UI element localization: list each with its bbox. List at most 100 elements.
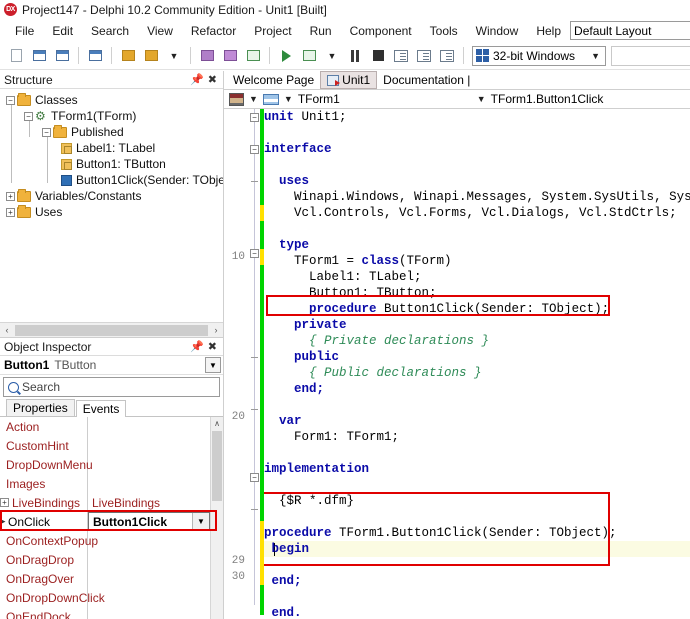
tree-node-label1[interactable]: Label1: TLabel xyxy=(2,140,223,156)
save-button[interactable] xyxy=(196,45,218,67)
tab-events[interactable]: Events xyxy=(75,400,127,417)
scroll-up-icon[interactable]: ∧ xyxy=(211,417,223,430)
event-value-customhint[interactable] xyxy=(88,436,210,455)
code-line[interactable]: end; xyxy=(264,573,690,589)
chevron-down-icon[interactable]: ▼ xyxy=(282,94,295,104)
open-folder-button[interactable] xyxy=(140,45,162,67)
event-row-ondragover[interactable]: OnDragOver xyxy=(0,569,87,588)
class-browser-icon[interactable] xyxy=(229,92,244,106)
code-line[interactable] xyxy=(264,221,690,237)
tree-node-classes[interactable]: − Classes xyxy=(2,92,223,108)
layout-combo[interactable]: Default Layout ▼ xyxy=(570,21,690,40)
code-line[interactable]: Form1: TForm1; xyxy=(264,429,690,445)
pin-icon[interactable]: 📌 xyxy=(188,340,206,353)
code-line[interactable]: end; xyxy=(264,381,690,397)
event-value-dropdownmenu[interactable] xyxy=(88,455,210,474)
expander-icon[interactable]: + xyxy=(6,207,15,217)
code-line[interactable]: var xyxy=(264,413,690,429)
open-file-button[interactable] xyxy=(51,45,73,67)
menu-project[interactable]: Project xyxy=(245,21,300,41)
tree-node-tform1[interactable]: − ⚙ TForm1(TForm) xyxy=(2,108,223,124)
tree-node-variables-constants[interactable]: + Variables/Constants xyxy=(2,188,223,204)
events-list[interactable]: Action CustomHint DropDownMenu Images + … xyxy=(0,417,223,619)
code-folding-gutter[interactable]: − − − − − xyxy=(248,109,260,619)
code-line[interactable] xyxy=(264,445,690,461)
stop-button[interactable] xyxy=(367,45,389,67)
code-line[interactable]: procedure Button1Click(Sender: TObject); xyxy=(264,301,690,317)
event-value-onenddock[interactable] xyxy=(88,607,210,619)
menu-file[interactable]: File xyxy=(6,21,43,41)
tab-properties[interactable]: Properties xyxy=(6,399,75,416)
code-line[interactable]: Winapi.Windows, Winapi.Messages, System.… xyxy=(264,189,690,205)
fold-toggle-implementation[interactable]: − xyxy=(250,473,259,482)
menu-view[interactable]: View xyxy=(138,21,182,41)
fold-toggle-unit[interactable]: − xyxy=(250,113,259,122)
event-value-images[interactable] xyxy=(88,474,210,493)
tree-node-button1click[interactable]: Button1Click(Sender: TObject) xyxy=(2,172,223,188)
code-line[interactable]: {$R *.dfm} xyxy=(264,493,690,509)
new-file-button[interactable] xyxy=(5,45,27,67)
event-row-onclick[interactable]: ▸ OnClick xyxy=(0,512,87,531)
menu-window[interactable]: Window xyxy=(467,21,528,41)
view-form-button[interactable] xyxy=(84,45,106,67)
fold-toggle-class[interactable]: − xyxy=(250,249,259,258)
scrollbar-thumb[interactable] xyxy=(15,324,208,336)
code-text-area[interactable]: unit Unit1; interface uses Winapi.Windows… xyxy=(264,109,690,619)
nav-class-combo[interactable]: TForm1 ▼ xyxy=(298,92,488,106)
code-line[interactable]: begin xyxy=(264,541,690,557)
code-line[interactable]: type xyxy=(264,237,690,253)
step-over-button[interactable] xyxy=(413,45,435,67)
pin-icon[interactable]: 📌 xyxy=(188,73,206,86)
expander-icon[interactable]: − xyxy=(42,127,51,137)
event-row-onenddock[interactable]: OnEndDock xyxy=(0,607,87,619)
event-row-dropdownmenu[interactable]: DropDownMenu xyxy=(0,455,93,474)
code-line[interactable]: { Public declarations } xyxy=(264,365,690,381)
close-icon[interactable]: ✖ xyxy=(206,340,219,353)
tree-node-published[interactable]: − Published xyxy=(2,124,223,140)
member-icon[interactable] xyxy=(262,93,279,105)
event-value-onclick-editor[interactable]: Button1Click ▼ xyxy=(88,512,210,531)
code-line[interactable]: implementation xyxy=(264,461,690,477)
menu-component[interactable]: Component xyxy=(341,21,421,41)
menu-search[interactable]: Search xyxy=(82,21,138,41)
chevron-down-icon[interactable]: ▼ xyxy=(247,94,260,104)
code-line[interactable]: public xyxy=(264,349,690,365)
tree-node-button1[interactable]: Button1: TButton xyxy=(2,156,223,172)
menu-edit[interactable]: Edit xyxy=(43,21,82,41)
code-line[interactable]: procedure TForm1.Button1Click(Sender: TO… xyxy=(264,525,690,541)
run-dropdown-button[interactable] xyxy=(298,45,320,67)
tab-documentation[interactable]: Documentation | xyxy=(377,72,476,88)
events-vertical-scrollbar[interactable]: ∧ xyxy=(210,417,223,619)
code-line[interactable]: end. xyxy=(264,605,690,619)
expander-icon[interactable]: + xyxy=(6,191,15,201)
expander-icon[interactable]: + xyxy=(0,498,9,507)
code-line[interactable] xyxy=(264,157,690,173)
object-selector[interactable]: Button1 TButton ▼ xyxy=(0,356,223,375)
tab-welcome-page[interactable]: Welcome Page xyxy=(227,72,320,88)
close-icon[interactable]: ✖ xyxy=(206,73,219,86)
code-line[interactable]: Label1: TLabel; xyxy=(264,269,690,285)
code-line[interactable] xyxy=(264,397,690,413)
event-row-action[interactable]: Action xyxy=(0,417,87,436)
menu-refactor[interactable]: Refactor xyxy=(182,21,245,41)
event-value-ondropdownclick[interactable] xyxy=(88,588,210,607)
code-line[interactable]: { Private declarations } xyxy=(264,333,690,349)
structure-horizontal-scrollbar[interactable]: ‹ › xyxy=(0,322,223,337)
tree-node-uses[interactable]: + Uses xyxy=(2,204,223,220)
platform-combo[interactable]: 32-bit Windows ▼ xyxy=(472,45,606,66)
event-value-oncontextpopup[interactable] xyxy=(88,531,210,550)
run-menu-chevron[interactable]: ▼ xyxy=(321,45,343,67)
trace-into-button[interactable] xyxy=(390,45,412,67)
event-row-ondragdrop[interactable]: OnDragDrop xyxy=(0,550,87,569)
run-to-cursor-button[interactable] xyxy=(436,45,458,67)
event-row-oncontextpopup[interactable]: OnContextPopup xyxy=(0,531,98,550)
object-selector-dropdown[interactable]: ▼ xyxy=(205,357,221,373)
event-row-images[interactable]: Images xyxy=(0,474,87,493)
menu-run[interactable]: Run xyxy=(301,21,341,41)
scroll-right-icon[interactable]: › xyxy=(209,325,223,335)
search-input[interactable]: Search xyxy=(3,377,220,397)
scrollbar-thumb[interactable] xyxy=(212,431,222,501)
expander-icon[interactable]: − xyxy=(24,111,33,121)
nav-member-combo[interactable]: TForm1.Button1Click xyxy=(491,92,690,106)
event-value-ondragover[interactable] xyxy=(88,569,210,588)
